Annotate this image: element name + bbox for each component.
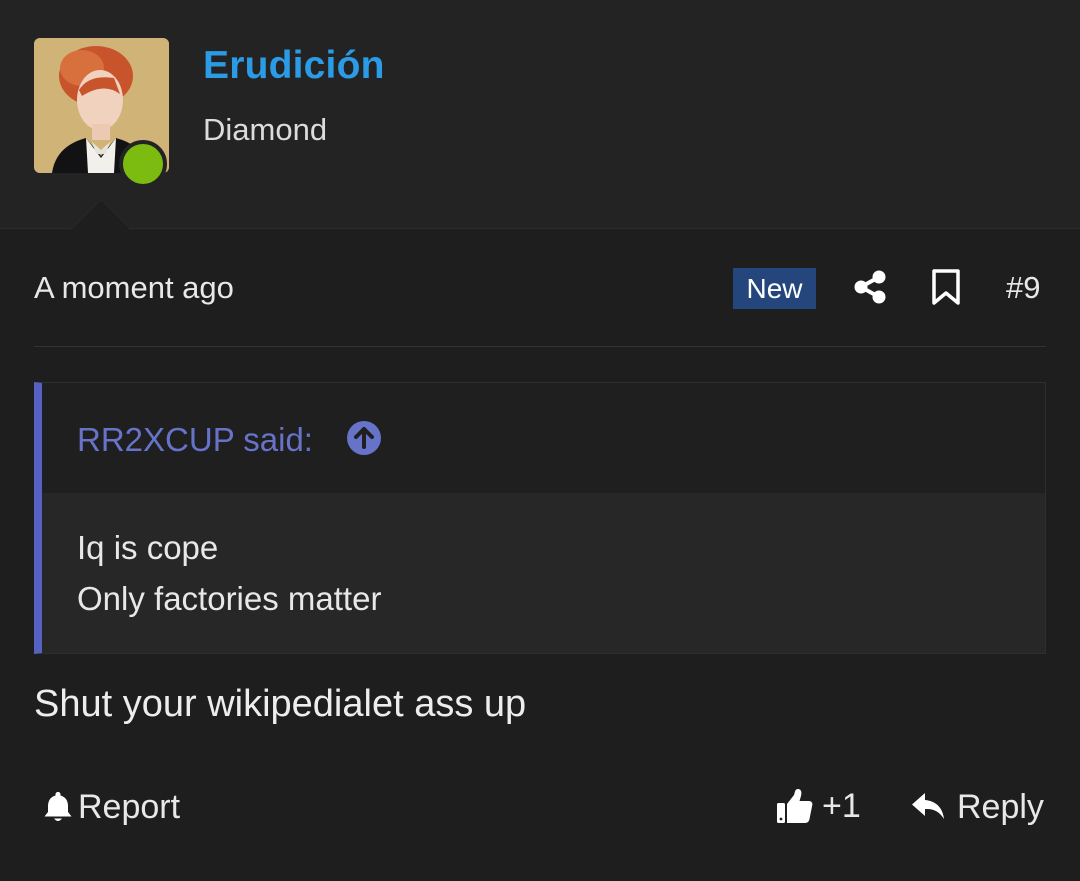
post-number-link[interactable]: #9 (1006, 270, 1040, 306)
online-status-indicator (119, 140, 167, 188)
new-badge: New (733, 268, 816, 309)
username-link[interactable]: Erudición (203, 44, 385, 88)
divider (34, 346, 1046, 347)
reaction-count: +1 (822, 786, 861, 825)
quote-author-link[interactable]: RR2XCUP said: (77, 421, 313, 459)
report-button[interactable]: Report (42, 787, 180, 827)
post-body-text: Shut your wikipedialet ass up (34, 683, 527, 725)
bookmark-icon[interactable] (930, 268, 962, 306)
report-label: Report (78, 787, 181, 826)
post-card: Erudición Diamond A moment ago New #9 RR… (0, 0, 1080, 881)
post-timestamp[interactable]: A moment ago (34, 270, 234, 306)
quote-text-line: Iq is cope (77, 529, 219, 566)
user-header: Erudición Diamond (0, 0, 1080, 230)
thumbs-up-icon (777, 789, 813, 823)
quote-block: RR2XCUP said: Iq is cope Only factories … (34, 382, 1046, 654)
quote-header: RR2XCUP said: (42, 383, 1045, 493)
quote-text-line: Only factories matter (77, 580, 382, 617)
share-icon[interactable] (852, 269, 888, 305)
user-title: Diamond (203, 112, 328, 147)
header-pointer (70, 199, 132, 230)
bell-icon (44, 792, 72, 821)
arrow-up-circle-icon[interactable] (346, 420, 382, 456)
reply-arrow-icon (912, 793, 944, 819)
reply-button[interactable]: Reply (911, 787, 1044, 827)
like-button[interactable]: +1 (776, 786, 861, 826)
reply-label: Reply (957, 787, 1044, 826)
